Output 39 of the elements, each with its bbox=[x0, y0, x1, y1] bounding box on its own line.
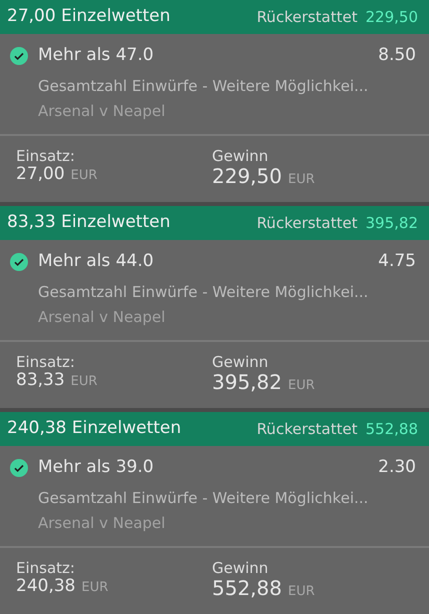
returned-label: Rückerstattet bbox=[256, 418, 358, 440]
bet-title: 240,38 Einzelwetten bbox=[7, 417, 182, 440]
currency-label: EUR bbox=[70, 374, 98, 389]
selection-name: Mehr als 39.0 bbox=[38, 456, 154, 479]
odds: 2.30 bbox=[378, 456, 416, 479]
returned-label: Rückerstattet bbox=[256, 6, 358, 28]
win-label: Gewinn bbox=[212, 560, 270, 576]
returned-amount: 395,82 bbox=[366, 212, 418, 234]
returned-amount: 552,88 bbox=[366, 418, 418, 440]
returned-label: Rückerstattet bbox=[256, 212, 358, 234]
win-amount: 552,88 bbox=[212, 576, 282, 598]
odds: 8.50 bbox=[378, 44, 416, 67]
stake-amount: 83,33 bbox=[16, 370, 65, 390]
selection-name: Mehr als 47.0 bbox=[38, 44, 154, 67]
returned-amount: 229,50 bbox=[366, 6, 418, 28]
event-name: Arsenal v Neapel bbox=[37, 101, 166, 122]
market-name: Gesamtzahl Einwürfe - Weitere Möglichkei... bbox=[37, 76, 370, 96]
odds: 4.75 bbox=[378, 250, 416, 273]
currency-label: EUR bbox=[81, 580, 108, 595]
selection-name: Mehr als 44.0 bbox=[38, 250, 154, 273]
bet-title: 27,00 Einzelwetten bbox=[7, 5, 170, 28]
currency-label: EUR bbox=[288, 378, 315, 393]
currency-label: EUR bbox=[70, 168, 98, 183]
stake-amount: 240,38 bbox=[16, 576, 76, 596]
event-name: Arsenal v Neapel bbox=[37, 307, 166, 328]
win-label: Gewinn bbox=[212, 148, 270, 164]
market-name: Gesamtzahl Einwürfe - Weitere Möglichkei... bbox=[37, 488, 370, 508]
stake-amount: 27,00 bbox=[16, 164, 65, 184]
market-name: Gesamtzahl Einwürfe - Weitere Möglichkei... bbox=[37, 282, 370, 302]
bet-title: 83,33 Einzelwetten bbox=[7, 211, 170, 234]
win-amount: 395,82 bbox=[212, 370, 282, 392]
stake-label: Einsatz: bbox=[16, 560, 76, 576]
win-label: Gewinn bbox=[212, 354, 270, 370]
stake-label: Einsatz: bbox=[16, 148, 76, 164]
event-name: Arsenal v Neapel bbox=[37, 513, 166, 534]
stake-label: Einsatz: bbox=[16, 354, 76, 370]
currency-label: EUR bbox=[288, 172, 315, 187]
win-amount: 229,50 bbox=[212, 164, 282, 186]
currency-label: EUR bbox=[288, 584, 315, 599]
